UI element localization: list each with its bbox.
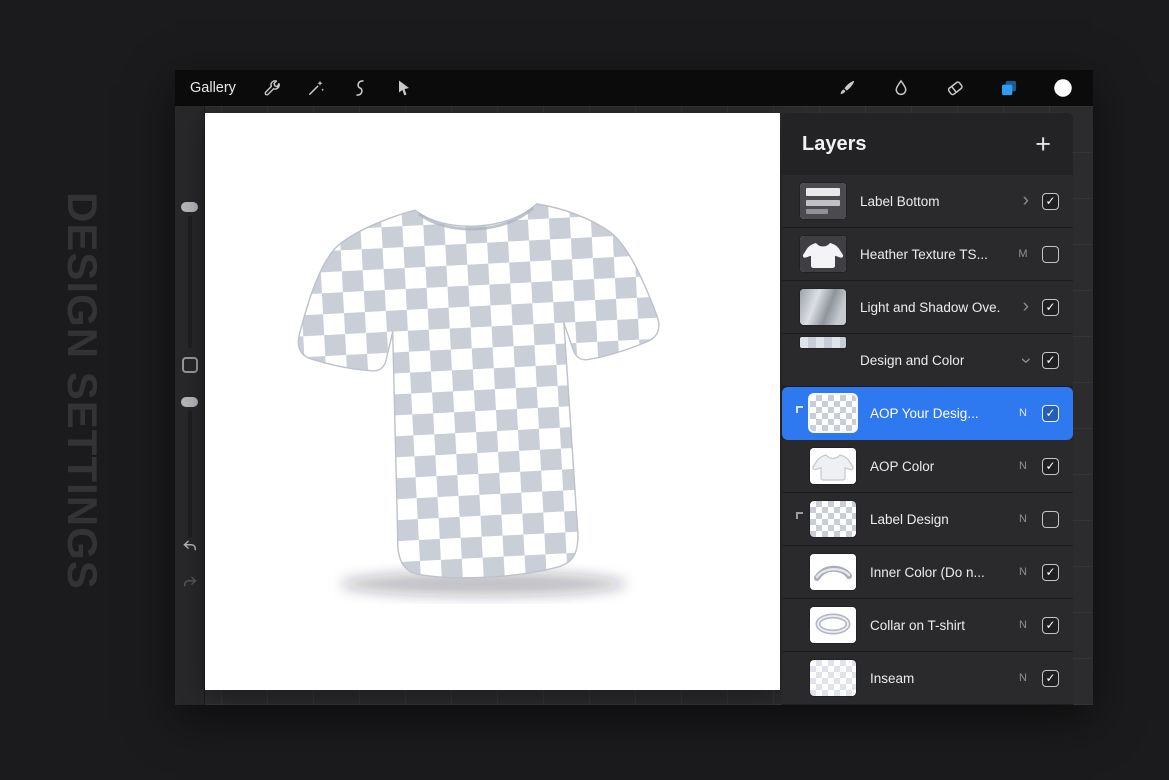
layer-visibility-checkbox[interactable] (1042, 617, 1059, 634)
app-window: Gallery (175, 70, 1093, 705)
layer-visibility-checkbox[interactable] (1042, 352, 1059, 369)
clipping-mask-icon (796, 512, 803, 519)
layer-name: AOP Your Desig... (870, 406, 979, 421)
layer-row-controls: N (1017, 511, 1059, 528)
blend-mode-badge: N (1017, 513, 1029, 525)
layer-visibility-checkbox[interactable] (1042, 670, 1059, 687)
layer-row[interactable]: AOP Color N (782, 440, 1073, 493)
tshirt-mockup-image (285, 157, 685, 609)
watermark-design-settings: DESIGN SETTINGS (58, 192, 106, 590)
layer-row[interactable]: Inseam N (782, 652, 1073, 705)
sidebar (175, 106, 205, 705)
brush-size-slider-handle[interactable] (181, 202, 198, 212)
layer-visibility-checkbox[interactable] (1042, 246, 1059, 263)
blend-mode-badge: N (1017, 672, 1029, 684)
opacity-slider-track[interactable] (188, 410, 192, 538)
add-layer-button[interactable]: + (1033, 131, 1053, 158)
workspace: Layers + Label Bottom › Heather Texture … (175, 106, 1093, 705)
layer-row[interactable]: Label Bottom › (782, 175, 1073, 228)
layer-row-controls: › (1023, 298, 1059, 317)
adjustments-icon[interactable] (305, 77, 327, 99)
layer-visibility-checkbox[interactable] (1042, 458, 1059, 475)
layer-row-controls: N (1017, 564, 1059, 581)
layer-thumbnail (800, 337, 846, 348)
brush-icon[interactable] (836, 77, 858, 99)
layer-row[interactable]: Label Design N (782, 493, 1073, 546)
layers-title: Layers (802, 133, 867, 156)
blend-mode-badge: N (1017, 619, 1029, 631)
layer-row[interactable]: Inner Color (Do n... N (782, 546, 1073, 599)
brush-size-slider-track[interactable] (188, 216, 192, 348)
blend-mode-badge: N (1017, 460, 1029, 472)
layer-row[interactable]: Collar on T-shirt N (782, 599, 1073, 652)
layer-name: AOP Color (870, 459, 934, 474)
toolbar-right-group (836, 77, 1078, 99)
layer-row-controls: N (1017, 617, 1059, 634)
layer-row-controls: N (1017, 405, 1059, 422)
layer-name: Light and Shadow Ove... (860, 300, 1000, 315)
layer-visibility-checkbox[interactable] (1042, 193, 1059, 210)
layer-thumbnail (810, 448, 856, 484)
layer-row[interactable]: AOP Your Desig... N (782, 387, 1073, 440)
layer-thumbnail (800, 183, 846, 219)
layer-row-controls: › (1023, 351, 1059, 370)
layer-name: Label Bottom (860, 194, 940, 209)
layer-thumbnail (800, 236, 846, 272)
layer-name: Collar on T-shirt (870, 618, 965, 633)
transform-icon[interactable] (393, 77, 415, 99)
layer-thumbnail (810, 395, 856, 431)
layers-icon[interactable] (998, 77, 1020, 99)
eraser-icon[interactable] (944, 77, 966, 99)
layer-name: Inner Color (Do n... (870, 565, 985, 580)
undo-button[interactable] (181, 538, 199, 556)
gallery-button[interactable]: Gallery (190, 80, 236, 96)
opacity-slider-handle[interactable] (181, 397, 198, 407)
color-swatch[interactable] (1052, 77, 1074, 99)
layer-name: Inseam (870, 671, 914, 686)
layer-row[interactable]: Light and Shadow Ove... › (782, 281, 1073, 334)
layer-name: Label Design (870, 512, 949, 527)
layer-row[interactable]: Heather Texture TS... M (782, 228, 1073, 281)
layers-list: Label Bottom › Heather Texture TS... M L… (782, 175, 1073, 705)
layer-thumbnail (810, 607, 856, 643)
layers-panel-header: Layers + (782, 113, 1073, 175)
redo-button[interactable] (181, 574, 199, 592)
clipping-mask-icon (796, 406, 803, 413)
layer-thumbnail (810, 554, 856, 590)
wrench-icon[interactable] (261, 77, 283, 99)
layer-row-controls: M (1017, 246, 1059, 263)
layer-thumbnail (810, 501, 856, 537)
layer-row-controls: › (1023, 192, 1059, 211)
layer-visibility-checkbox[interactable] (1042, 511, 1059, 528)
layer-thumbnail (810, 660, 856, 696)
layer-name: Design and Color (860, 353, 964, 368)
blend-mode-badge: N (1017, 566, 1029, 578)
smudge-icon[interactable] (890, 77, 912, 99)
canvas[interactable] (205, 113, 780, 690)
chevron-icon[interactable]: › (1016, 357, 1035, 363)
layer-row-controls: N (1017, 458, 1059, 475)
layers-panel: Layers + Label Bottom › Heather Texture … (782, 113, 1073, 705)
blend-mode-badge: N (1017, 407, 1029, 419)
layer-row-controls: N (1017, 670, 1059, 687)
layer-row[interactable]: Design and Color › (782, 334, 1073, 387)
blend-mode-badge: M (1017, 248, 1029, 260)
layer-visibility-checkbox[interactable] (1042, 564, 1059, 581)
chevron-icon[interactable]: › (1023, 297, 1029, 316)
layer-thumbnail (800, 289, 846, 325)
layer-visibility-checkbox[interactable] (1042, 299, 1059, 316)
layer-visibility-checkbox[interactable] (1042, 405, 1059, 422)
layer-name: Heather Texture TS... (860, 247, 988, 262)
modify-button[interactable] (182, 357, 198, 373)
selection-icon[interactable] (349, 77, 371, 99)
toolbar: Gallery (175, 70, 1093, 106)
chevron-icon[interactable]: › (1023, 191, 1029, 210)
